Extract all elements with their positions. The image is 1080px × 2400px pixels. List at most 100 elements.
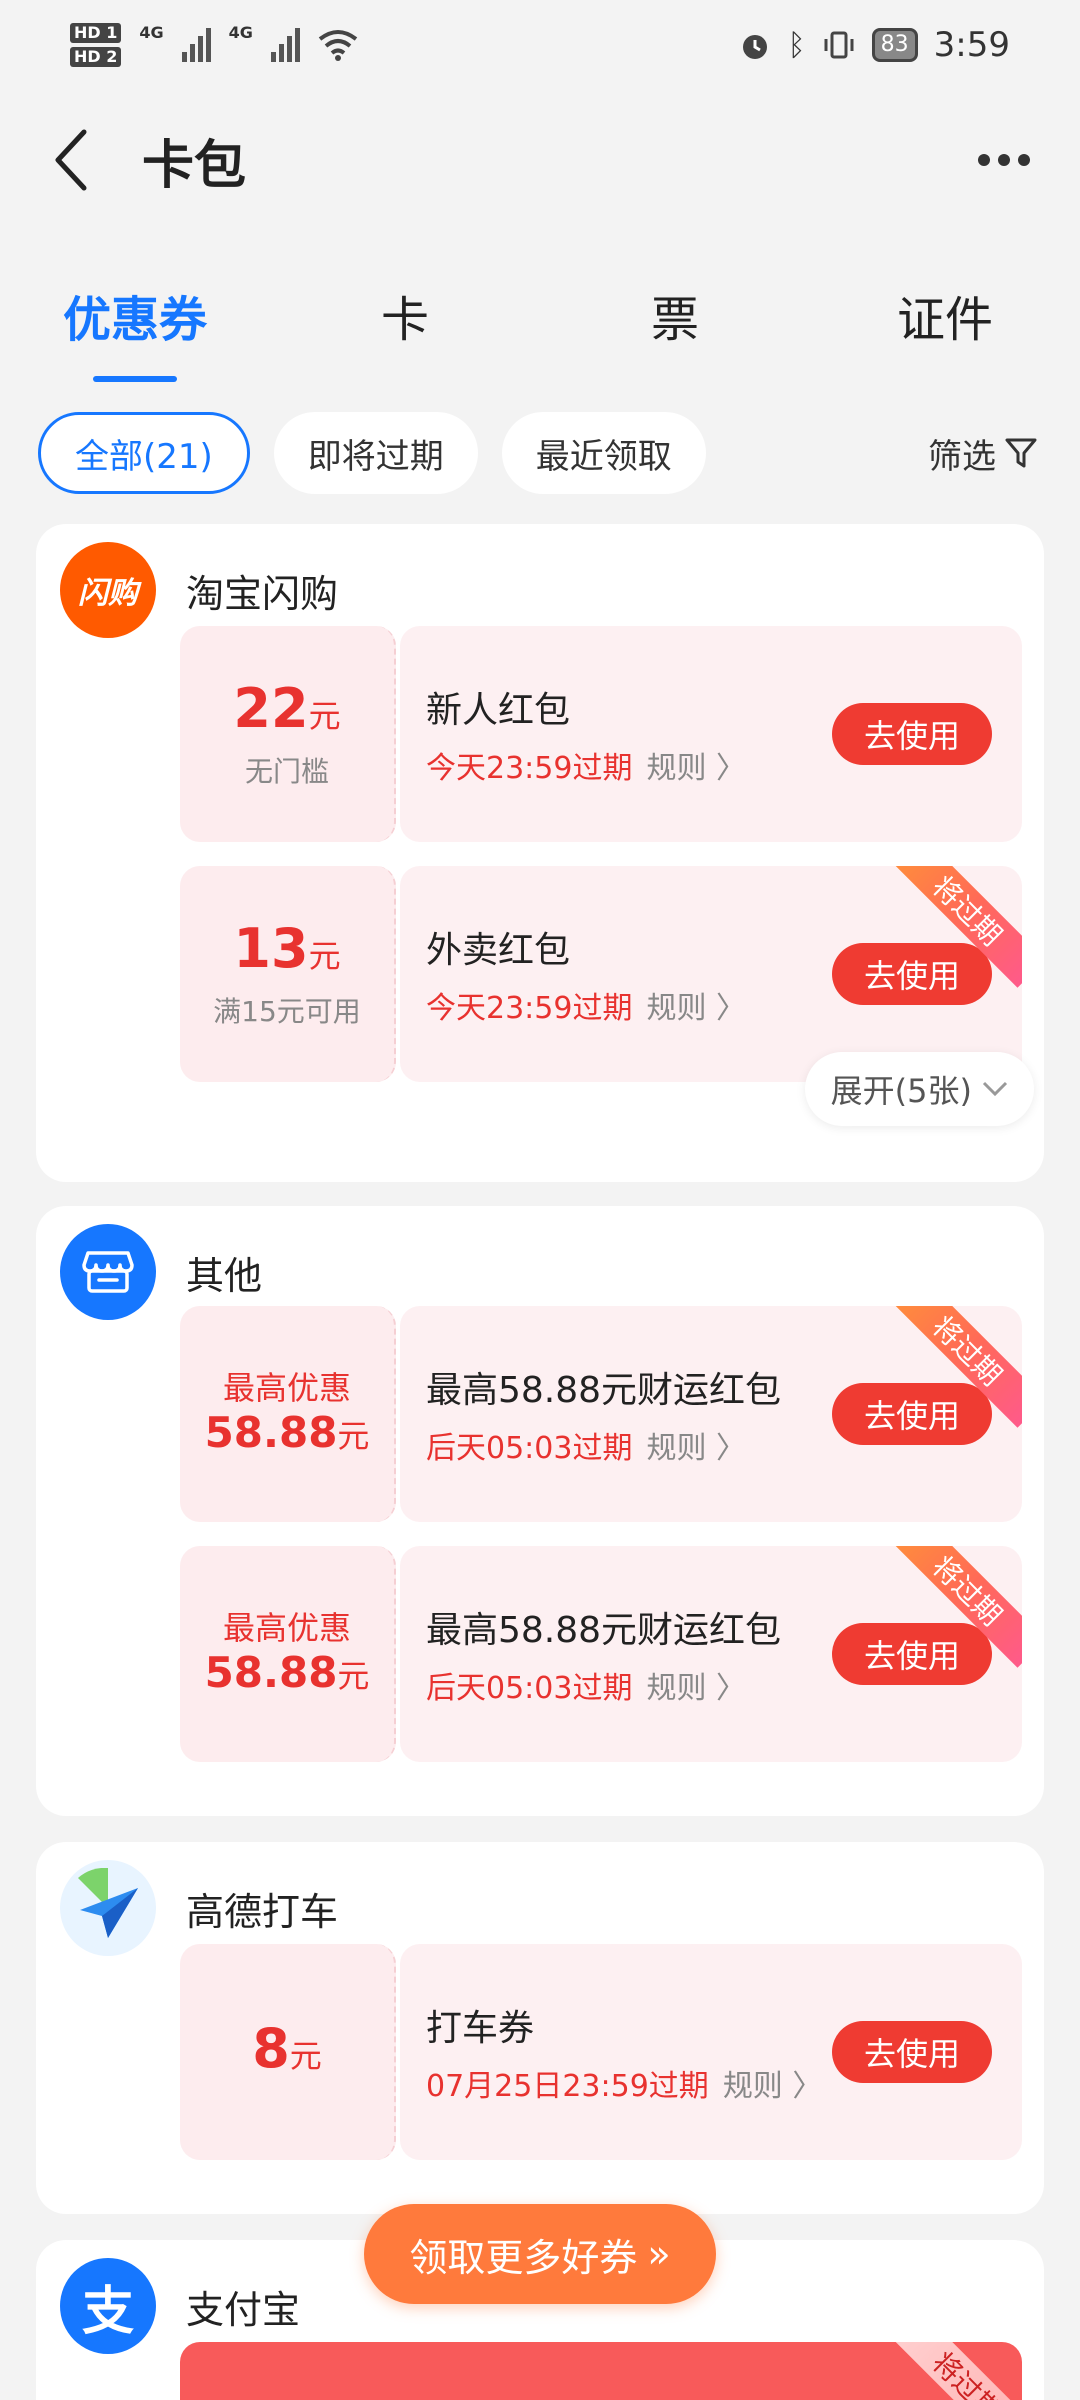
coupon-amount-panel: 8元: [180, 1944, 396, 2160]
coupon-amount: 8元: [252, 2016, 322, 2080]
use-coupon-button[interactable]: 去使用: [832, 943, 992, 1005]
tab-tickets[interactable]: 票: [575, 260, 775, 350]
filter-button[interactable]: 筛选: [928, 429, 1048, 478]
chevron-right-icon: 〉: [716, 1671, 747, 1706]
store-icon: [82, 1251, 134, 1293]
coupon-rule-link[interactable]: 规则 〉: [646, 743, 746, 787]
coupon-detail-panel: 最高58.88元财运红包 后天05:03过期 规则 〉 去使用 将过期: [400, 1306, 1022, 1522]
tab-coupons[interactable]: 优惠券: [35, 260, 235, 350]
coupon-detail-panel: 最高58.88元财运红包 后天05:03过期 规则 〉 去使用 将过期: [400, 1546, 1022, 1762]
coupon-expiry: 后天05:03过期: [426, 1671, 633, 1706]
cta-label: 领取更多好券: [409, 2235, 638, 2280]
coupon-max-label: 最高优惠: [222, 1608, 351, 1647]
tab-cards[interactable]: 卡: [305, 260, 505, 350]
coupon-amount: 22元: [233, 676, 341, 740]
more-button[interactable]: [978, 134, 1030, 186]
coupon-amount-panel: 最高优惠 58.88元: [180, 1546, 396, 1762]
coupon-title: 最高58.88元财运红包: [426, 1610, 782, 1651]
chip-expiring[interactable]: 即将过期: [273, 412, 478, 494]
merchant-header: 闪购 淘宝闪购: [60, 542, 338, 638]
coupon-amount-panel: 13元 满15元可用: [180, 866, 396, 1082]
coupon-condition: 无门槛: [244, 754, 329, 788]
coupon-rule-link[interactable]: 规则 〉: [646, 983, 746, 1027]
coupon-item[interactable]: 8元 打车券 07月25日23:59过期 规则 〉 去使用: [180, 1944, 1022, 2160]
merchant-name: 支付宝: [186, 2287, 301, 2332]
merchant-card-amap: 高德打车 8元 打车券 07月25日23:59过期 规则 〉 去使用: [36, 1842, 1044, 2214]
use-coupon-button[interactable]: 去使用: [832, 2021, 992, 2083]
coupon-amount-panel: 最高优惠 58.88元: [180, 1306, 396, 1522]
vibrate-icon: [824, 31, 854, 59]
network-label-1: 4G: [139, 23, 164, 42]
coupon-item[interactable]: 最高优惠 58.88元 最高58.88元财运红包 后天05:03过期 规则 〉 …: [180, 1546, 1022, 1762]
chevron-right-icon: 〉: [716, 991, 747, 1026]
coupon-expiry: 后天05:03过期: [426, 1431, 633, 1466]
chip-all[interactable]: 全部(21): [38, 412, 250, 494]
bluetooth-icon: ᛒ: [787, 27, 806, 63]
expand-button[interactable]: 展开(5张): [804, 1052, 1034, 1126]
merchant-header: 高德打车: [60, 1860, 338, 1956]
coupon-detail-panel: 新人红包 今天23:59过期 规则 〉 去使用: [400, 626, 1022, 842]
more-dots-icon: [978, 154, 990, 166]
coupon-item[interactable]: 22元 无门槛 新人红包 今天23:59过期 规则 〉 去使用: [180, 626, 1022, 842]
status-right: ᛒ 83 3:59: [738, 25, 1010, 65]
status-bar: HD 1 HD 2 4G 4G ᛒ 83 3:59: [0, 0, 1080, 90]
coupon-amount: 13元: [233, 916, 341, 980]
wifi-icon: [318, 30, 358, 61]
coupon-expiry: 今天23:59过期: [426, 751, 633, 786]
coupon-condition: 满15元可用: [213, 994, 361, 1028]
coupon-expiry: 今天23:59过期: [426, 991, 633, 1026]
card-wallet-page: HD 1 HD 2 4G 4G ᛒ 83 3:59 卡包 优惠券 卡 票 证件 …: [0, 0, 1080, 2400]
coupon-amount: 58.88元: [204, 1647, 370, 1697]
signal-icon: [270, 28, 300, 62]
coupon-detail-panel: 打车券 07月25日23:59过期 规则 〉 去使用: [400, 1944, 1022, 2160]
chevron-right-icon: 〉: [716, 1431, 747, 1466]
merchant-name: 高德打车: [186, 1889, 339, 1934]
expiring-ribbon: 将过期: [890, 2342, 1022, 2400]
network-label-2: 4G: [228, 23, 253, 42]
hd2-badge: HD 2: [70, 47, 122, 67]
merchant-name: 其他: [186, 1253, 263, 1298]
tab-documents[interactable]: 证件: [845, 260, 1045, 350]
chevron-right-icon: 〉: [792, 2069, 823, 2104]
back-button[interactable]: [50, 120, 110, 200]
battery-icon: 83: [871, 28, 918, 62]
coupon-amount-panel: 22元 无门槛: [180, 626, 396, 842]
amap-logo: [60, 1860, 156, 1956]
coupon-item[interactable]: 最高优惠 58.88元 最高58.88元财运红包 后天05:03过期 规则 〉 …: [180, 1306, 1022, 1522]
status-time: 3:59: [933, 25, 1010, 65]
coupon-title: 打车券: [426, 2008, 535, 2049]
hd-indicators: HD 1 HD 2: [70, 23, 122, 67]
use-coupon-button[interactable]: 去使用: [832, 703, 992, 765]
store-logo: [60, 1224, 156, 1320]
merchant-header: 支 支付宝: [60, 2258, 300, 2354]
use-coupon-button[interactable]: 去使用: [832, 1383, 992, 1445]
header: 卡包: [0, 90, 1080, 230]
tab-bar: 优惠券 卡 票 证件: [0, 260, 1080, 380]
merchant-card-other: 其他 最高优惠 58.88元 最高58.88元财运红包 后天05:03过期 规则…: [36, 1206, 1044, 1816]
coupon-detail-panel: 将过期: [180, 2342, 1022, 2400]
coupon-rule-link[interactable]: 规则 〉: [646, 1423, 746, 1467]
paper-plane-icon: [78, 1868, 138, 1938]
merchant-card-taobao: 闪购 淘宝闪购 22元 无门槛 新人红包 今天23:59过期 规则 〉 去使用: [36, 524, 1044, 1182]
coupon-item[interactable]: 13元 满15元可用 外卖红包 今天23:59过期 规则 〉 去使用 将过期: [180, 866, 1022, 1082]
chevron-down-icon: [982, 1081, 1008, 1097]
status-left: HD 1 HD 2 4G 4G: [70, 23, 358, 67]
coupon-rule-link[interactable]: 规则 〉: [646, 1663, 746, 1707]
coupon-title: 外卖红包: [426, 930, 571, 971]
signal-icon: [181, 28, 211, 62]
coupon-item[interactable]: 将过期: [180, 2342, 1022, 2400]
coupon-max-label: 最高优惠: [222, 1368, 351, 1407]
coupon-rule-link[interactable]: 规则 〉: [723, 2061, 823, 2105]
filter-label: 筛选: [928, 436, 996, 477]
chevron-left-icon: [55, 129, 87, 191]
coupon-title: 新人红包: [426, 690, 571, 731]
double-chevron-right-icon: »: [647, 2232, 671, 2276]
get-more-coupons-button[interactable]: 领取更多好券 »: [364, 2204, 716, 2304]
chip-recent[interactable]: 最近领取: [501, 412, 706, 494]
use-coupon-button[interactable]: 去使用: [832, 1623, 992, 1685]
taobao-shangou-logo: 闪购: [60, 542, 156, 638]
coupon-amount: 58.88元: [204, 1407, 370, 1457]
coupon-title: 最高58.88元财运红包: [426, 1370, 782, 1411]
hd1-badge: HD 1: [70, 23, 122, 43]
page-title: 卡包: [142, 135, 247, 196]
